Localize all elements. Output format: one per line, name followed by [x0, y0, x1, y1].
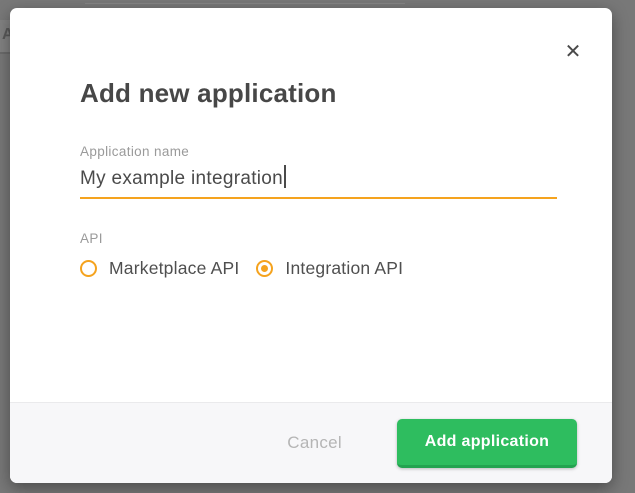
radio-selected-icon [256, 260, 273, 277]
modal-footer: Cancel Add application [10, 402, 612, 483]
radio-option-marketplace-api[interactable]: Marketplace API [80, 258, 239, 279]
cancel-button[interactable]: Cancel [287, 433, 342, 453]
api-radio-group: Marketplace API Integration API [80, 258, 403, 279]
application-name-value: My example integration [80, 168, 283, 189]
background-page-edge-fragment [85, 3, 405, 4]
radio-option-label: Integration API [285, 258, 403, 279]
modal-title: Add new application [80, 78, 337, 109]
api-group-label: API [80, 231, 103, 246]
close-icon[interactable]: ✕ [556, 34, 590, 68]
radio-unselected-icon [80, 260, 97, 277]
add-application-button[interactable]: Add application [397, 419, 577, 468]
background-page-divider-fragment [0, 52, 10, 54]
application-name-input[interactable]: My example integration [80, 163, 557, 199]
application-name-label: Application name [80, 144, 189, 159]
radio-dot [261, 265, 268, 272]
radio-option-label: Marketplace API [109, 258, 239, 279]
radio-option-integration-api[interactable]: Integration API [256, 258, 403, 279]
add-application-modal: ✕ Add new application Application name M… [10, 8, 612, 483]
text-caret [284, 165, 286, 188]
page-backdrop-overlay: A ✕ Add new application Application name… [0, 0, 635, 493]
